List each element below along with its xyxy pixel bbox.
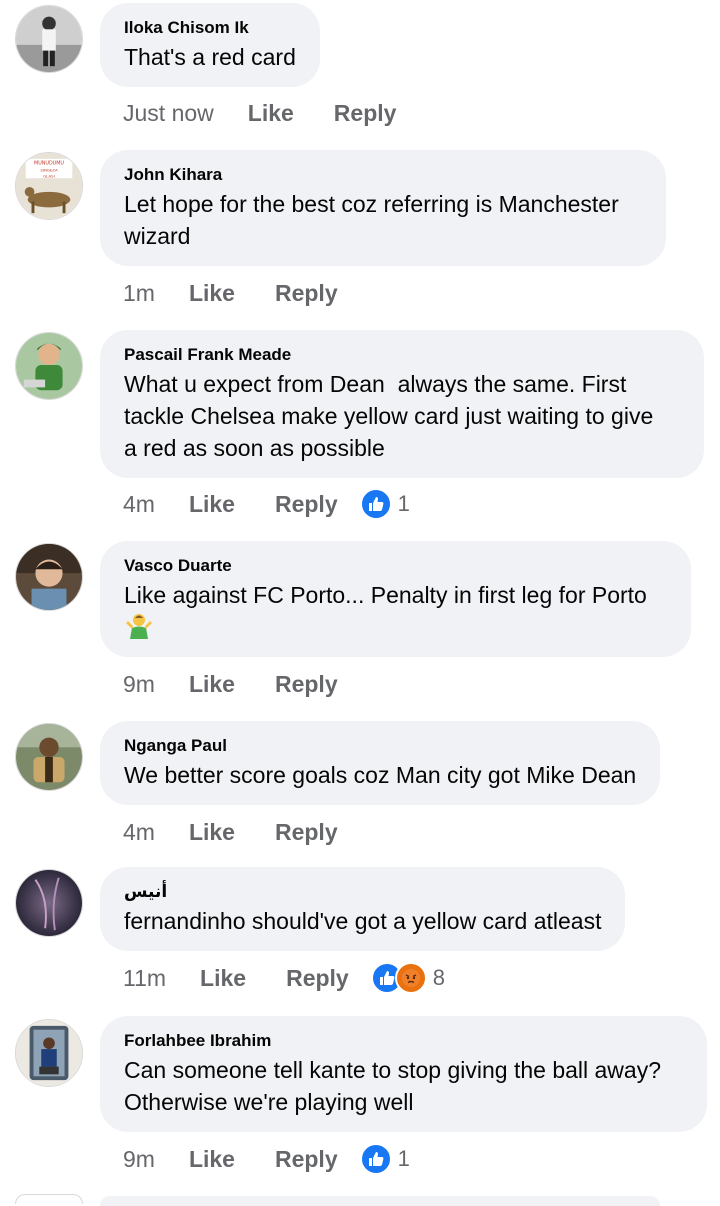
comment-author[interactable]: Iloka Chisom Ik bbox=[124, 17, 296, 39]
comment-text: fernandinho should've got a yellow card … bbox=[124, 908, 602, 934]
like-button[interactable]: Like bbox=[189, 491, 235, 518]
reaction-summary[interactable]: 1 bbox=[359, 1143, 410, 1175]
reply-button[interactable]: Reply bbox=[275, 819, 338, 846]
comment-timestamp[interactable]: 11m bbox=[123, 965, 166, 992]
like-icon bbox=[359, 1143, 392, 1175]
person-shrugging-emoji bbox=[124, 611, 154, 641]
comment-author[interactable]: Vasco Duarte bbox=[124, 555, 667, 577]
comment-text: What u expect from Dean always the same.… bbox=[124, 371, 654, 461]
avatar[interactable]: MUNUDUMU SINGEZA GLASI bbox=[15, 152, 83, 220]
comment-timestamp[interactable]: 4m bbox=[123, 819, 155, 846]
avatar[interactable] bbox=[15, 5, 83, 73]
avatar[interactable] bbox=[15, 1019, 83, 1087]
like-button[interactable]: Like bbox=[248, 100, 294, 127]
comment-timestamp[interactable]: 9m bbox=[123, 1146, 155, 1173]
comment-author[interactable]: Forlahbee Ibrahim bbox=[124, 1030, 683, 1052]
comment-author[interactable]: John Kihara bbox=[124, 164, 642, 186]
reaction-summary[interactable]: 1 bbox=[359, 488, 410, 520]
comment-text: We better score goals coz Man city got M… bbox=[124, 762, 637, 788]
comment-text: Can someone tell kante to stop giving th… bbox=[124, 1057, 661, 1115]
comment-bubble: Pascail Frank Meade What u expect from D… bbox=[100, 330, 704, 478]
avatar[interactable] bbox=[15, 869, 83, 937]
comment-actions: 9m Like Reply 1 bbox=[123, 1141, 410, 1177]
comment-timestamp[interactable]: 4m bbox=[123, 491, 155, 518]
comment-bubble: أنيس fernandinho should've got a yellow … bbox=[100, 867, 626, 951]
like-button[interactable]: Like bbox=[189, 671, 235, 698]
comment-actions: 4m Like Reply bbox=[123, 814, 378, 850]
next-comment-peek bbox=[0, 1190, 720, 1206]
avatar[interactable] bbox=[15, 543, 83, 611]
like-icon bbox=[359, 488, 392, 520]
reaction-count: 8 bbox=[432, 965, 445, 990]
comment-bubble bbox=[100, 1196, 660, 1206]
comment-timestamp[interactable]: 1m bbox=[123, 280, 155, 307]
like-button[interactable]: Like bbox=[189, 280, 235, 307]
avatar[interactable] bbox=[15, 332, 83, 400]
comment-author[interactable]: Nganga Paul bbox=[124, 735, 636, 757]
reply-button[interactable]: Reply bbox=[275, 671, 338, 698]
svg-text:MUNUDUMU: MUNUDUMU bbox=[34, 161, 64, 167]
reply-button[interactable]: Reply bbox=[286, 965, 349, 992]
reaction-summary[interactable]: 8 bbox=[370, 962, 445, 994]
svg-text:GLASI: GLASI bbox=[43, 173, 55, 178]
like-button[interactable]: Like bbox=[189, 1146, 235, 1173]
comment-bubble: Forlahbee Ibrahim Can someone tell kante… bbox=[100, 1016, 707, 1132]
reply-button[interactable]: Reply bbox=[334, 100, 397, 127]
comment-author[interactable]: Pascail Frank Meade bbox=[124, 344, 680, 366]
comment-bubble: Vasco Duarte Like against FC Porto... Pe… bbox=[100, 541, 691, 657]
like-button[interactable]: Like bbox=[200, 965, 246, 992]
comment-author[interactable]: أنيس bbox=[124, 881, 601, 903]
comment-actions: 1m Like Reply bbox=[123, 275, 378, 311]
reply-button[interactable]: Reply bbox=[275, 1146, 338, 1173]
svg-text:SINGEZA: SINGEZA bbox=[40, 167, 58, 172]
comment-bubble: John Kihara Let hope for the best coz re… bbox=[100, 150, 666, 266]
comment-actions: 11m Like Reply 8 bbox=[123, 960, 445, 996]
comment-bubble: Nganga Paul We better score goals coz Ma… bbox=[100, 721, 661, 805]
comment-actions: 4m Like Reply 1 bbox=[123, 486, 410, 522]
comment-text: Let hope for the best coz referring is M… bbox=[124, 191, 619, 249]
comment-bubble: Iloka Chisom Ik That's a red card bbox=[100, 3, 320, 87]
comment-actions: 9m Like Reply bbox=[123, 666, 378, 702]
reply-button[interactable]: Reply bbox=[275, 280, 338, 307]
reply-button[interactable]: Reply bbox=[275, 491, 338, 518]
comment-actions: Just now Like Reply bbox=[123, 95, 436, 131]
like-button[interactable]: Like bbox=[189, 819, 235, 846]
comment-timestamp[interactable]: 9m bbox=[123, 671, 155, 698]
reaction-count: 1 bbox=[397, 1146, 410, 1171]
reaction-count: 1 bbox=[397, 491, 410, 516]
comment-text: That's a red card bbox=[124, 44, 296, 70]
comment-timestamp[interactable]: Just now bbox=[123, 100, 214, 127]
avatar[interactable] bbox=[15, 723, 83, 791]
comment-text: Like against FC Porto... Penalty in firs… bbox=[124, 579, 667, 643]
comment-text-content: Like against FC Porto... Penalty in firs… bbox=[124, 582, 647, 608]
avatar bbox=[15, 1194, 83, 1204]
angry-icon bbox=[394, 962, 427, 994]
